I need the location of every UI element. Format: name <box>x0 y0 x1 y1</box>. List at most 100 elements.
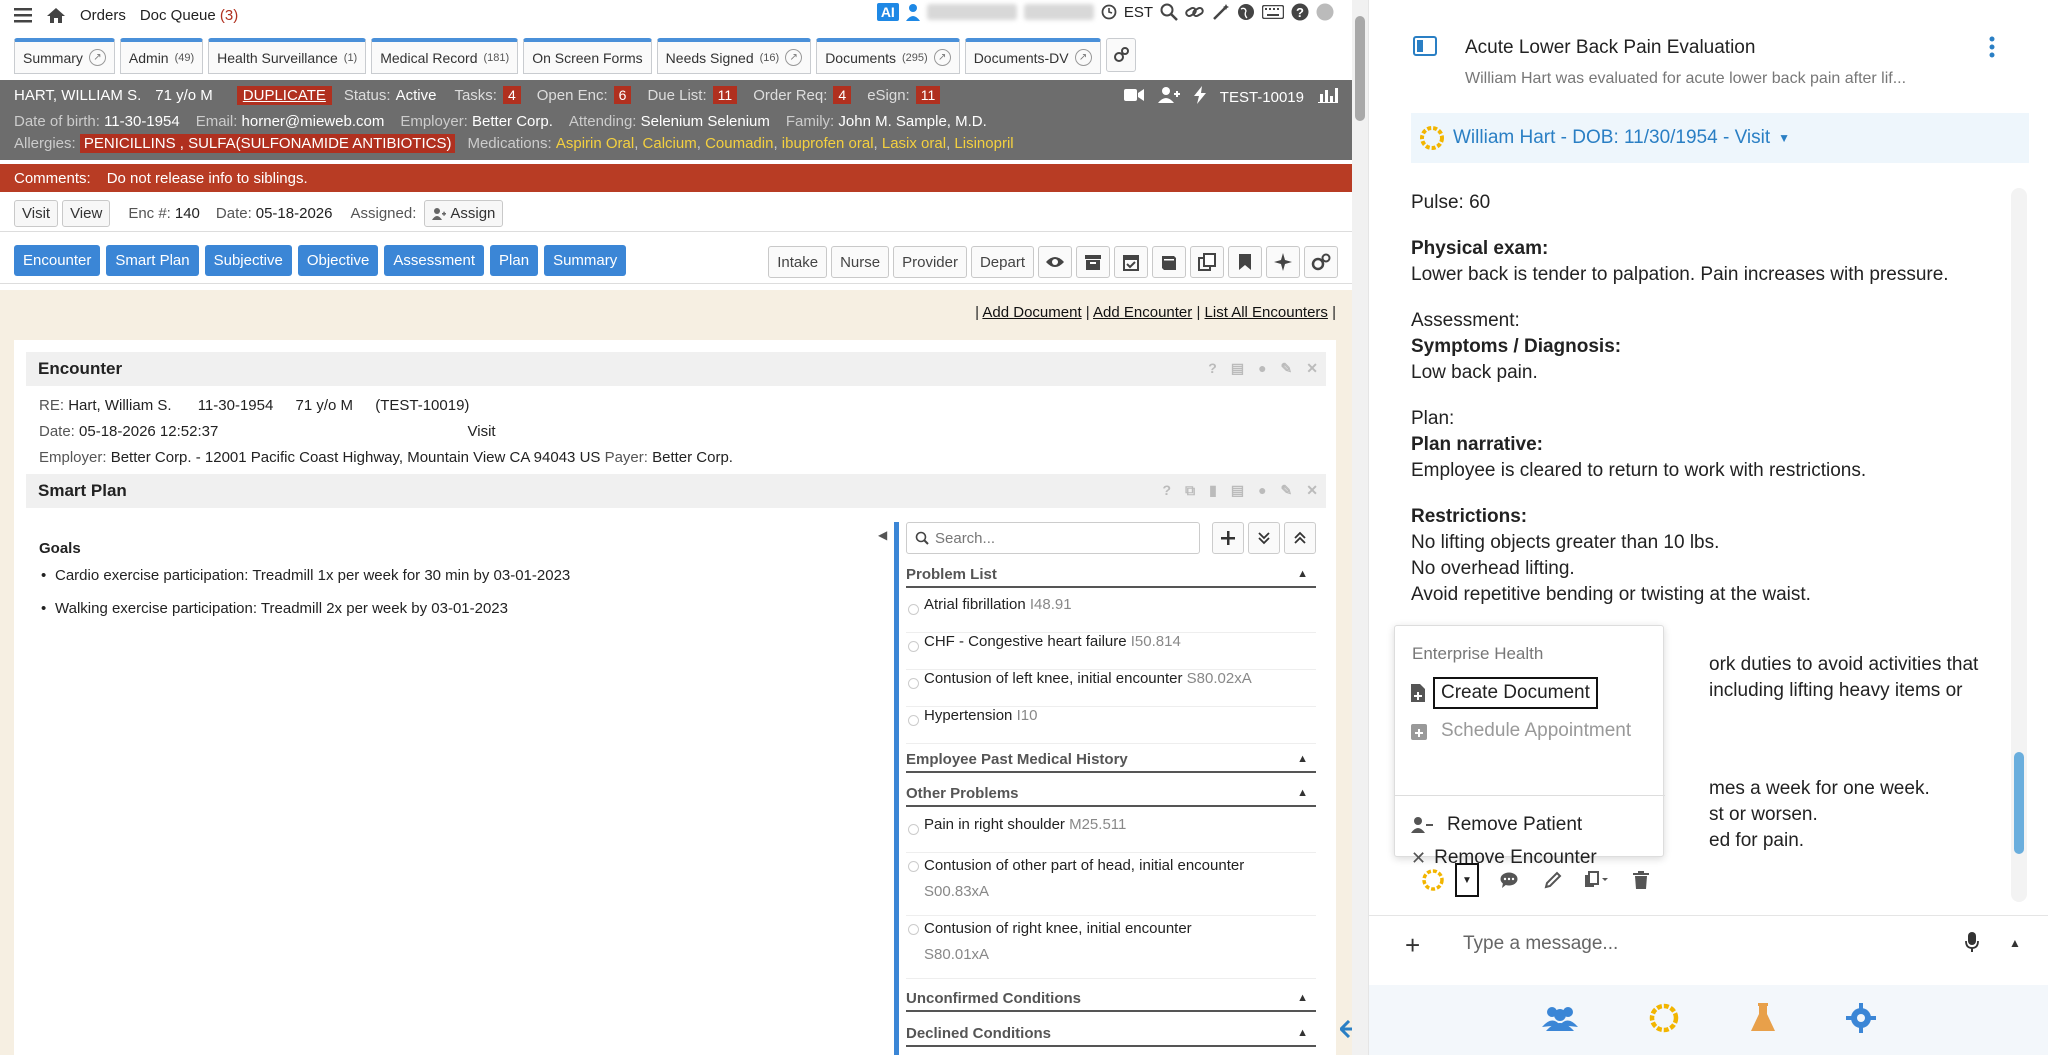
search-icon[interactable] <box>1160 3 1178 21</box>
allergies-value[interactable]: PENICILLINS , SULFA(SULFONAMIDE ANTIBIOT… <box>79 133 456 153</box>
problem-item[interactable]: Contusion of right knee, initial encount… <box>906 916 1316 979</box>
trash-icon[interactable] <box>1619 862 1663 898</box>
medication-item[interactable]: ibuprofen oral <box>782 135 874 152</box>
section-button-plan[interactable]: Plan <box>490 245 539 276</box>
group-unconfirmed-conditions[interactable]: Unconfirmed Conditions ▲ <box>906 986 1316 1012</box>
group-problem-list[interactable]: Problem List ▲ <box>906 562 1316 588</box>
help-icon[interactable]: ? <box>1208 360 1217 377</box>
orders-link[interactable]: Orders <box>80 7 126 24</box>
microphone-icon[interactable] <box>1965 932 1979 956</box>
actions-dropdown-button[interactable]: ▼ <box>1455 863 1479 897</box>
more-options-icon[interactable] <box>1989 36 1995 62</box>
open-external-icon[interactable]: ↗ <box>88 49 106 66</box>
section-button-smart-plan[interactable]: Smart Plan <box>106 245 199 276</box>
tab-documents-dv[interactable]: Documents-DV ↗ <box>964 38 1101 74</box>
tab-needs-signed[interactable]: Needs Signed (16) ↗ <box>656 38 812 74</box>
open-external-icon[interactable]: ↗ <box>785 49 803 66</box>
chat-scrollbar[interactable] <box>2011 188 2027 902</box>
group-other-problems[interactable]: Other Problems ▲ <box>906 781 1316 807</box>
collapse-all-button[interactable] <box>1284 522 1316 554</box>
view-button[interactable]: View <box>62 200 111 227</box>
lab-flask-icon[interactable] <box>1750 1003 1776 1037</box>
section-button-summary[interactable]: Summary <box>544 245 627 276</box>
clock-icon[interactable] <box>1101 4 1117 20</box>
duplicate-badge[interactable]: DUPLICATE <box>236 85 332 105</box>
problem-search-input[interactable]: Search... <box>935 530 995 547</box>
bookmark-icon[interactable] <box>1228 246 1262 278</box>
due-list-badge[interactable]: 11 <box>712 86 738 104</box>
tab-settings-gear-icon[interactable] <box>1105 38 1136 72</box>
home-icon[interactable] <box>46 7 66 24</box>
scrollbar-thumb[interactable] <box>2014 752 2024 854</box>
microphone-icon[interactable]: ● <box>1258 482 1266 499</box>
sparkle-icon[interactable] <box>1266 246 1300 278</box>
ai-button[interactable]: AI <box>876 3 899 21</box>
open-enc-badge[interactable]: 6 <box>613 86 632 104</box>
archive-icon[interactable] <box>1076 246 1110 278</box>
expand-composer-icon[interactable]: ▲ <box>2009 936 2021 950</box>
list-all-encounters-link[interactable]: List All Encounters <box>1205 304 1328 321</box>
chart-bars-icon[interactable] <box>1318 87 1338 107</box>
role-button-provider[interactable]: Provider <box>893 246 967 278</box>
enterprise-health-logo-icon[interactable] <box>1411 862 1455 898</box>
role-button-depart[interactable]: Depart <box>970 246 1034 278</box>
help-icon[interactable]: ? <box>1163 482 1172 499</box>
tasks-count-badge[interactable]: 4 <box>502 86 521 104</box>
microphone-icon[interactable]: ● <box>1258 360 1266 377</box>
link-icon[interactable] <box>1185 4 1205 20</box>
calendar-check-icon[interactable] <box>1114 246 1148 278</box>
open-external-icon[interactable]: ↗ <box>1074 49 1092 66</box>
medication-item[interactable]: Lasix oral <box>882 135 946 152</box>
user-icon[interactable] <box>905 3 920 21</box>
edit-icon[interactable]: ✎ <box>1281 482 1293 499</box>
medication-item[interactable]: Aspirin Oral <box>556 135 634 152</box>
close-icon[interactable]: ✕ <box>1306 360 1318 377</box>
patient-name[interactable]: HART, WILLIAM S. <box>14 87 141 104</box>
add-user-icon[interactable] <box>1157 87 1180 107</box>
schedule-appointment-menu-item[interactable]: Schedule Appointment <box>1407 714 1653 748</box>
problem-item[interactable]: Contusion of other part of head, initial… <box>906 853 1316 916</box>
assign-button[interactable]: Assign <box>424 200 504 227</box>
section-button-subjective[interactable]: Subjective <box>204 245 292 276</box>
visit-button[interactable]: Visit <box>14 200 59 227</box>
add-problem-button[interactable] <box>1212 522 1244 554</box>
problem-item[interactable]: Hypertension I10 <box>906 707 1316 744</box>
tab-on-screen-forms[interactable]: On Screen Forms <box>523 38 652 74</box>
medication-item[interactable]: Coumadin <box>705 135 773 152</box>
role-button-nurse[interactable]: Nurse <box>831 246 890 278</box>
book-icon[interactable] <box>1152 246 1186 278</box>
status-indicator-icon[interactable] <box>1316 3 1334 21</box>
tab-admin[interactable]: Admin (49) <box>119 38 204 74</box>
close-icon[interactable]: ✕ <box>1306 482 1318 499</box>
people-icon[interactable] <box>1542 1005 1578 1035</box>
help-icon[interactable]: ? <box>1291 3 1309 21</box>
hamburger-menu-icon[interactable] <box>14 7 32 23</box>
problem-item[interactable]: Atrial fibrillation I48.91 <box>906 596 1316 633</box>
attach-plus-icon[interactable]: + <box>1405 930 1420 961</box>
patient-context-selector[interactable]: William Hart - DOB: 11/30/1954 - Visit ▼ <box>1411 113 2029 163</box>
add-encounter-link[interactable]: Add Encounter <box>1093 304 1192 321</box>
settings-gear-icon[interactable] <box>1846 1003 1876 1037</box>
comment-icon[interactable] <box>1487 862 1531 898</box>
remove-patient-menu-item[interactable]: Remove Patient <box>1407 808 1653 842</box>
collapse-panel-icon[interactable]: ◀ <box>878 528 887 542</box>
add-document-link[interactable]: Add Document <box>982 304 1081 321</box>
esign-badge[interactable]: 11 <box>915 86 941 104</box>
medication-item[interactable]: Lisinopril <box>954 135 1013 152</box>
expand-all-button[interactable] <box>1248 522 1280 554</box>
create-document-menu-item[interactable]: Create Document <box>1407 676 1653 710</box>
group-past-medical-history[interactable]: Employee Past Medical History ▲ <box>906 747 1316 773</box>
book-icon[interactable]: ▤ <box>1231 360 1244 377</box>
tab-health-surveillance[interactable]: Health Surveillance (1) <box>208 38 367 74</box>
role-button-intake[interactable]: Intake <box>768 246 828 278</box>
problem-item[interactable]: CHF - Congestive heart failure I50.814 <box>906 633 1316 670</box>
doc-queue-link[interactable]: Doc Queue (3) <box>140 7 238 24</box>
keyboard-icon[interactable] <box>1262 5 1284 19</box>
enterprise-health-logo-icon[interactable] <box>1648 1002 1680 1038</box>
bookmark-icon[interactable]: ▮ <box>1209 482 1217 499</box>
globe-icon[interactable] <box>1237 3 1255 21</box>
open-external-icon[interactable]: ↗ <box>933 49 951 66</box>
sidebar-toggle-icon[interactable] <box>1413 36 1437 60</box>
section-button-assessment[interactable]: Assessment <box>384 245 485 276</box>
problem-item[interactable]: Pain in right shoulder M25.511 <box>906 816 1316 853</box>
